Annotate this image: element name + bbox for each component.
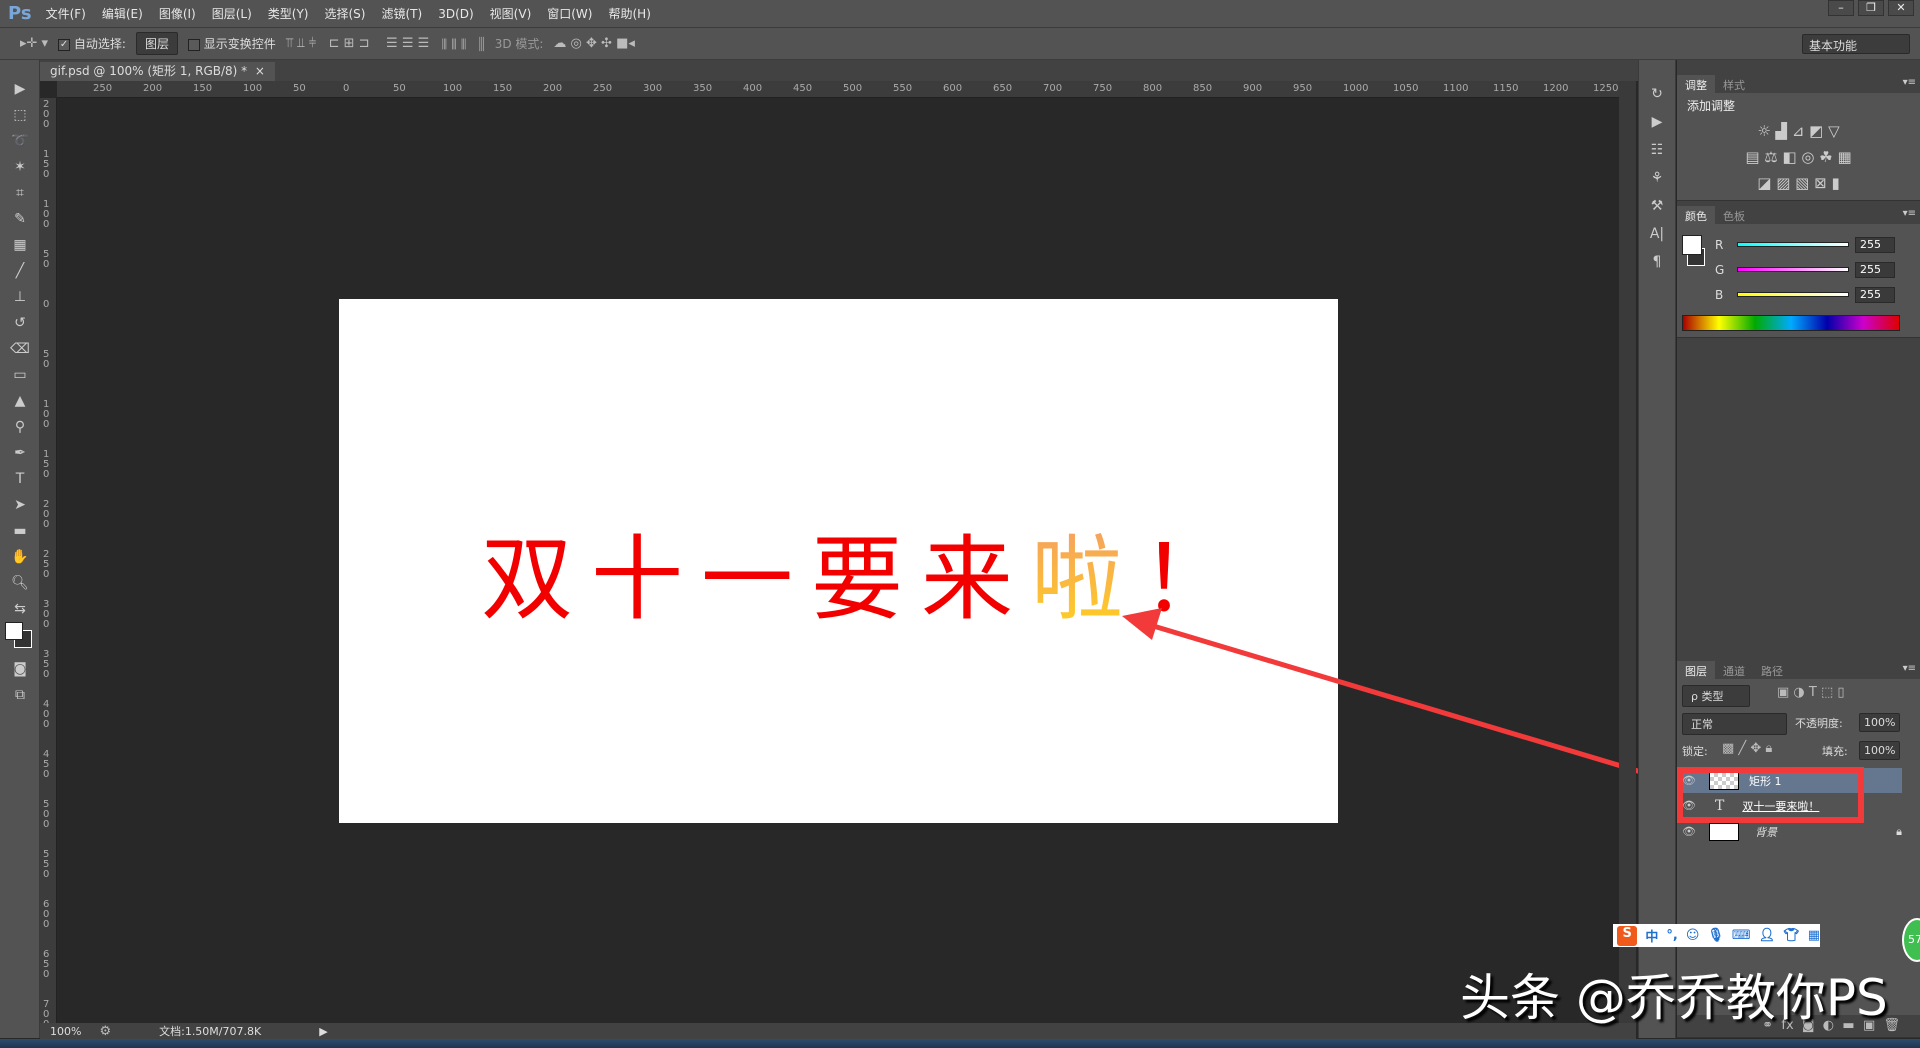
proof-icon[interactable]: ⚙ xyxy=(99,1024,111,1039)
ime-mode[interactable]: 中 xyxy=(1645,926,1658,945)
layer-filter-dropdown[interactable]: ρ 类型 xyxy=(1682,685,1750,707)
tab-styles[interactable]: 样式 xyxy=(1715,75,1753,93)
tab-layers[interactable]: 图层 xyxy=(1677,661,1715,679)
windows-taskbar xyxy=(0,1039,1920,1048)
green-label: G xyxy=(1715,263,1725,277)
lock-label: 锁定: xyxy=(1682,745,1708,758)
color-spectrum[interactable] xyxy=(1682,315,1900,331)
mic-icon[interactable]: 🎙︎ xyxy=(1707,928,1724,943)
red-label: R xyxy=(1715,238,1724,252)
tab-paths[interactable]: 路径 xyxy=(1753,661,1791,679)
blue-value[interactable]: 255 xyxy=(1855,287,1895,303)
user-icon[interactable]: 👤︎ xyxy=(1759,928,1776,943)
filter-icons[interactable]: ▣ ◑ T ⬚ ▯ xyxy=(1777,685,1845,700)
skin-icon[interactable]: 👕︎ xyxy=(1783,928,1800,943)
history-icon[interactable]: ↻ xyxy=(1639,80,1675,108)
blend-mode-dropdown[interactable]: 正常 xyxy=(1682,713,1787,735)
paragraph-icon[interactable]: ¶ xyxy=(1639,248,1675,276)
red-slider[interactable] xyxy=(1737,242,1849,247)
keyboard-icon[interactable]: ⌨ xyxy=(1732,928,1751,943)
adjustment-icons[interactable]: ☼ ▟ ⊿ ◩ ▽ ▤ ⚖ ◧ ◎ ☘ ▦ ◪ ▨ ▧ ⊠ ▮ xyxy=(1677,118,1920,196)
watermark: 头条 @乔乔教你PS xyxy=(1460,969,1888,1027)
status-menu-arrow-icon[interactable]: ▶ xyxy=(319,1025,327,1038)
status-bar: 100% ⚙ 文档:1.50M/707.8K ▶ xyxy=(40,1023,1636,1039)
document-size: 文档:1.50M/707.8K xyxy=(159,1025,262,1038)
fill-input[interactable]: 100% xyxy=(1859,741,1901,760)
character-icon[interactable]: A| xyxy=(1639,220,1675,248)
fill-label: 填充: xyxy=(1822,745,1848,758)
properties-icon[interactable]: ☷ xyxy=(1639,136,1675,164)
lock-icon: 🔒︎ xyxy=(1896,824,1902,838)
panel-menu-icon[interactable]: ▾≡ xyxy=(1903,663,1916,674)
arrow-head xyxy=(1122,608,1162,640)
layer-thumbnail xyxy=(1709,822,1739,841)
right-panels: 调整 样式 ▾≡ 添加调整 ☼ ▟ ⊿ ◩ ▽ ▤ ⚖ ◧ ◎ ☘ ▦ ◪ ▨ ▧ ⊠… xyxy=(1677,60,1920,1038)
lock-icons[interactable]: ▩ ╱ ✥ 🔒︎ xyxy=(1722,741,1772,756)
collapsed-panel-dock: ↻ ▶ ☷ ⚘ ⚒ A| ¶ xyxy=(1638,60,1676,1038)
arrow-line xyxy=(1149,622,1669,783)
tab-color[interactable]: 颜色 xyxy=(1677,206,1715,224)
toolbox-icon[interactable]: ▦ xyxy=(1808,928,1820,943)
panel-menu-icon[interactable]: ▾≡ xyxy=(1903,77,1916,88)
emoji-icon[interactable]: ☺ xyxy=(1686,928,1700,943)
actions-play-icon[interactable]: ▶ xyxy=(1639,108,1675,136)
sogou-logo-icon: S xyxy=(1617,925,1638,946)
red-value[interactable]: 255 xyxy=(1855,237,1895,253)
add-adjustment-title: 添加调整 xyxy=(1687,99,1736,113)
opacity-input[interactable]: 100% xyxy=(1859,713,1901,732)
blue-slider[interactable] xyxy=(1737,292,1849,297)
panel-menu-icon[interactable]: ▾≡ xyxy=(1903,208,1916,219)
brush-presets-icon[interactable]: ⚘ xyxy=(1639,164,1675,192)
ime-punct[interactable]: °, xyxy=(1666,928,1677,943)
foreground-swatch[interactable] xyxy=(1682,235,1702,255)
zoom-level[interactable]: 100% xyxy=(50,1025,81,1038)
tab-adjustments[interactable]: 调整 xyxy=(1677,75,1715,93)
highlight-box xyxy=(1677,767,1864,823)
tab-channels[interactable]: 通道 xyxy=(1715,661,1753,679)
blue-label: B xyxy=(1715,288,1724,302)
green-value[interactable]: 255 xyxy=(1855,262,1895,278)
opacity-label: 不透明度: xyxy=(1795,717,1843,730)
vertical-scrollbar[interactable] xyxy=(1619,81,1636,1023)
tool-presets-icon[interactable]: ⚒ xyxy=(1639,192,1675,220)
adjustments-panel: 调整 样式 ▾≡ 添加调整 ☼ ▟ ⊿ ◩ ▽ ▤ ⚖ ◧ ◎ ☘ ▦ ◪ ▨ ▧ ⊠… xyxy=(1677,75,1920,201)
tab-swatches[interactable]: 色板 xyxy=(1715,206,1753,224)
layer-name: 背景 xyxy=(1755,825,1777,839)
color-panel: 颜色 色板 ▾≡ R 255 G 255 B 255 xyxy=(1677,206,1920,338)
eye-icon[interactable]: 👁︎ xyxy=(1677,825,1701,838)
green-slider[interactable] xyxy=(1737,267,1849,272)
ime-toolbar[interactable]: S 中 °, ☺ 🎙︎ ⌨ 👤︎ 👕︎ ▦ xyxy=(1613,924,1820,947)
